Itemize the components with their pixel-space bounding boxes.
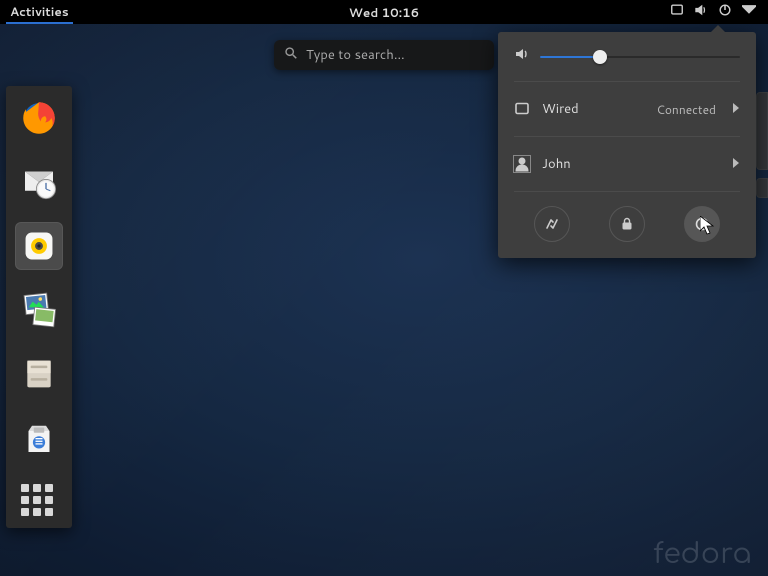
workspace-thumbnail[interactable] [756, 178, 768, 198]
network-type-label: Wired [542, 100, 644, 118]
dash-app-files[interactable] [15, 350, 63, 398]
system-tray[interactable] [670, 3, 762, 21]
system-menu: Wired Connected John [498, 32, 756, 258]
power-button[interactable] [684, 206, 720, 242]
chevron-down-icon [742, 3, 756, 21]
chevron-right-icon [732, 155, 740, 173]
settings-button[interactable] [534, 206, 570, 242]
activities-button[interactable]: Activities [6, 0, 73, 24]
search-input[interactable]: Type to search... [274, 40, 494, 70]
separator [514, 81, 740, 82]
top-bar: Activities Wed 10:16 [0, 0, 768, 24]
search-icon [284, 46, 298, 65]
search-placeholder: Type to search... [306, 46, 405, 64]
user-name-label: John [542, 155, 720, 173]
workspace-thumbnail[interactable] [756, 92, 768, 170]
volume-slider[interactable] [540, 50, 740, 64]
dash-app-photos[interactable] [15, 286, 63, 334]
volume-icon [694, 3, 708, 21]
dash [6, 86, 72, 528]
volume-row [514, 46, 740, 67]
action-row [514, 206, 740, 242]
dash-app-rhythmbox[interactable] [15, 222, 63, 270]
dash-app-mail[interactable] [15, 158, 63, 206]
clock-label[interactable]: Wed 10:16 [349, 4, 419, 21]
show-applications-button[interactable] [21, 484, 57, 520]
network-icon [670, 3, 684, 21]
separator [514, 191, 740, 192]
volume-icon [514, 46, 530, 67]
network-row[interactable]: Wired Connected [514, 92, 740, 126]
network-status-label: Connected [656, 101, 716, 118]
wired-network-icon [514, 101, 530, 117]
fedora-watermark: fedora [653, 538, 752, 570]
user-row[interactable]: John [514, 147, 740, 181]
avatar-icon [514, 156, 530, 172]
chevron-right-icon [732, 100, 740, 118]
power-icon [718, 3, 732, 21]
separator [514, 136, 740, 137]
dash-app-software[interactable] [15, 414, 63, 462]
dash-app-firefox[interactable] [15, 94, 63, 142]
lock-button[interactable] [609, 206, 645, 242]
